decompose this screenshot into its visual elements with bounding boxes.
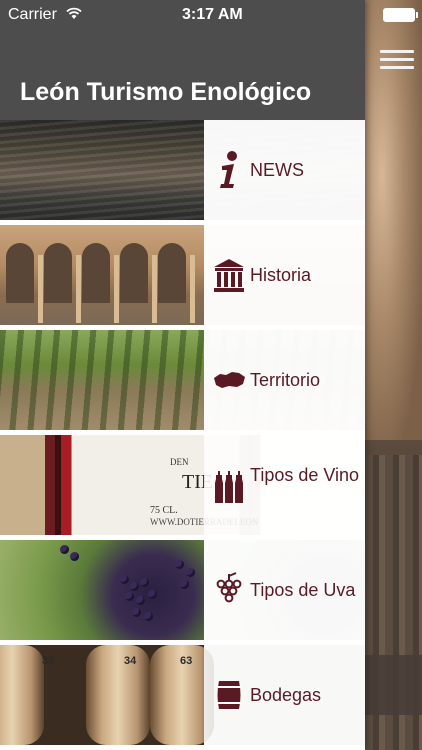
arch [6, 243, 34, 303]
menu-item-territorio[interactable]: Territorio [0, 330, 365, 435]
arch [120, 243, 148, 303]
menu-item-label: Territorio [250, 370, 321, 390]
column [114, 255, 119, 323]
uva-thumbnail [0, 540, 204, 640]
column [152, 255, 157, 323]
grape [144, 612, 153, 621]
menu-item-label: Tipos de Uva [250, 580, 356, 600]
grape [132, 608, 141, 617]
map-icon [214, 372, 245, 388]
grape [140, 578, 149, 587]
column [76, 255, 81, 323]
barrel-icon [216, 681, 242, 709]
arch [82, 243, 110, 303]
vino-label-area: Tipos de Vino [204, 435, 365, 535]
column [190, 255, 195, 323]
grape [175, 560, 184, 569]
bodegas-thumbnail: 33 34 63 [0, 645, 214, 745]
wifi-icon [66, 7, 82, 19]
column [38, 255, 43, 323]
vino-thumbnail: DEN TIE 75 CL. WWW.DOTIERRADELEON [0, 435, 258, 535]
drawer-header: Carrier 3:17 AM León Turismo Enológico [0, 0, 365, 120]
grape [120, 575, 129, 584]
menu-item-historia[interactable]: Historia [0, 225, 365, 330]
menu-item-tipos-uva[interactable]: Tipos de Uva [0, 540, 365, 645]
background-content [365, 0, 422, 750]
grape [60, 545, 69, 554]
side-drawer: Carrier 3:17 AM León Turismo Enológico N… [0, 0, 365, 750]
museum-icon [214, 259, 244, 292]
app-title: León Turismo Enológico [20, 78, 312, 106]
grape [136, 596, 145, 605]
barrel: 33 [0, 645, 54, 745]
uva-label-area: Tipos de Uva [204, 540, 365, 640]
carrier-name: Carrier [8, 6, 57, 23]
barrel-number: 34 [124, 655, 137, 667]
territorio-label-area: Territorio [204, 330, 365, 430]
menu-item-label: Bodegas [250, 685, 322, 705]
news-label-area: NEWS [204, 120, 365, 220]
hamburger-line [380, 66, 414, 69]
menu-item-label: Historia [250, 265, 312, 285]
menu-item-bodegas[interactable]: 33 34 63 Bodegas [0, 645, 365, 750]
wine-bottles-icon [215, 471, 243, 503]
wine-label-text: DEN [170, 457, 189, 467]
status-bar: Carrier 3:17 AM [0, 0, 365, 30]
grapes-icon [216, 572, 242, 603]
grape [186, 568, 195, 577]
battery-icon [383, 8, 418, 22]
drawer-menu: NEWS Historia Territorio DEN TIE 75 CL. … [0, 120, 365, 750]
hamburger-line [380, 58, 414, 61]
status-time: 3:17 AM [182, 6, 243, 23]
hamburger-line [380, 50, 414, 53]
arch [44, 243, 72, 303]
grape [70, 552, 79, 561]
wine-volume-text: 75 CL. [150, 505, 178, 516]
menu-item-news[interactable]: NEWS [0, 120, 365, 225]
barrel: 34 [86, 645, 150, 745]
territorio-thumbnail [0, 330, 204, 430]
menu-toggle-button[interactable] [380, 50, 414, 72]
grape [130, 582, 139, 591]
arch [158, 243, 186, 303]
grape [125, 592, 134, 601]
barrel-number: 33 [42, 655, 55, 667]
historia-thumbnail [0, 225, 204, 325]
background-strip [365, 655, 422, 715]
historia-label-area: Historia [204, 225, 365, 325]
news-thumbnail [0, 120, 204, 220]
grape [148, 590, 157, 599]
menu-item-label: NEWS [250, 160, 304, 180]
menu-item-tipos-vino[interactable]: DEN TIE 75 CL. WWW.DOTIERRADELEON Tipos … [0, 435, 365, 540]
info-icon [220, 151, 237, 188]
barrel-number: 63 [180, 655, 193, 667]
menu-item-label: Tipos de Vino [250, 465, 360, 485]
grape [180, 580, 189, 589]
bodegas-label-area: Bodegas [204, 645, 365, 745]
